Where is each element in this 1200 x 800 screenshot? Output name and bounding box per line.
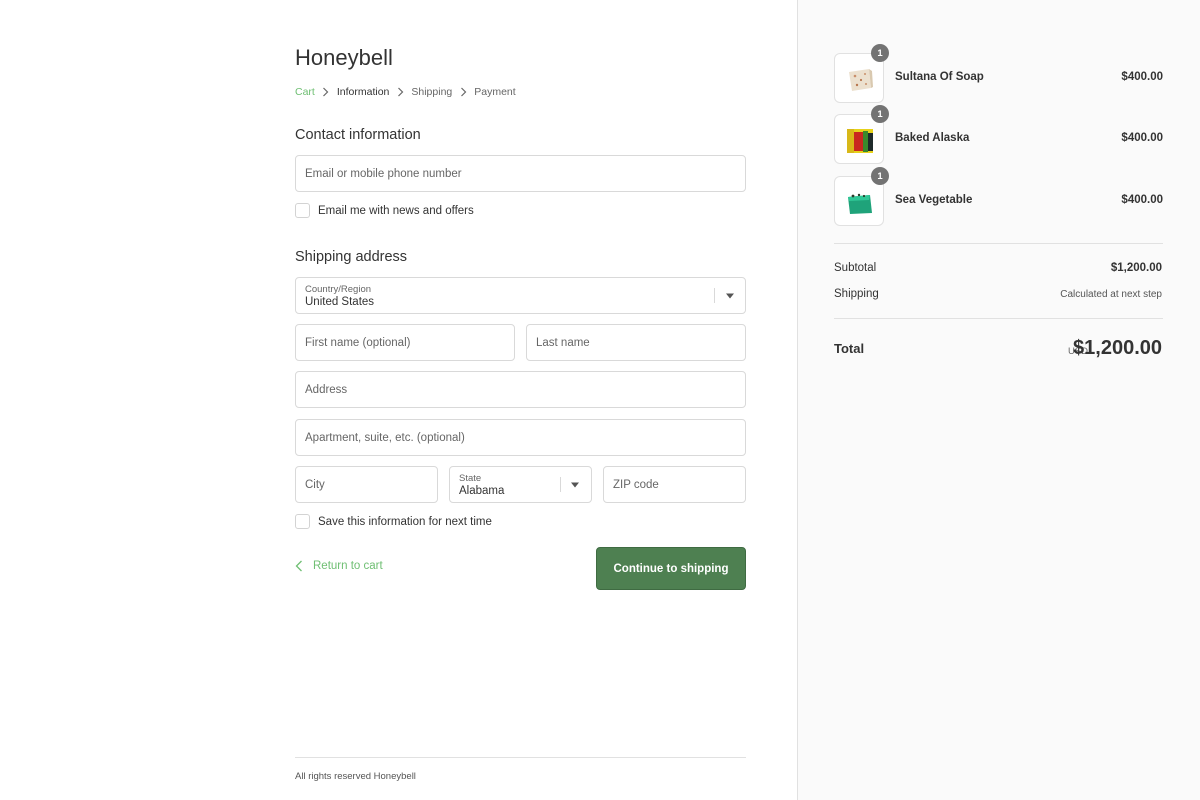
country-value: United States [305,296,375,308]
breadcrumb-information: Information [336,86,390,98]
breadcrumb-payment: Payment [474,86,516,98]
quantity-badge: 1 [871,167,889,185]
first-name-placeholder: First name (optional) [305,336,411,349]
zip-field[interactable]: ZIP code [603,466,746,503]
order-item: 1 Sea Vegetable $400.00 [834,167,1163,226]
city-field[interactable]: City [295,466,438,503]
item-price: $400.00 [1121,71,1163,83]
summary-divider [834,243,1163,244]
order-summary: 1 Sultana Of Soap $400.00 1 Baked Alaska… [797,0,1200,800]
breadcrumb: Cart Information Shipping Payment [295,85,516,99]
quantity-badge: 1 [871,105,889,123]
shipping-value: Calculated at next step [1060,289,1162,300]
city-placeholder: City [305,478,325,491]
total-amount: $1,200.00 [1073,337,1162,359]
shipping-section-title: Shipping address [295,249,408,265]
zip-placeholder: ZIP code [613,478,659,491]
newsletter-label: Email me with news and offers [318,204,474,217]
subtotal-value: $1,200.00 [1110,262,1162,274]
breadcrumb-cart[interactable]: Cart [295,86,315,98]
soap-image-icon [848,193,872,214]
save-info-option[interactable]: Save this information for next time [295,514,492,529]
breadcrumb-shipping: Shipping [411,86,453,98]
order-item: 1 Baked Alaska $400.00 [834,105,1163,164]
newsletter-option[interactable]: Email me with news and offers [295,203,474,218]
chevron-right-icon [315,86,337,98]
footer-text: All rights reserved Honeybell [295,771,416,782]
save-info-checkbox[interactable] [295,514,310,529]
state-value: Alabama [459,485,505,497]
select-divider [560,477,561,492]
address-field[interactable]: Address [295,371,746,408]
total-label: Total [834,341,865,356]
email-placeholder: Email or mobile phone number [305,167,462,180]
newsletter-checkbox[interactable] [295,203,310,218]
save-info-label: Save this information for next time [318,515,492,528]
apartment-field[interactable]: Apartment, suite, etc. (optional) [295,419,746,456]
chevron-right-icon [452,86,474,98]
contact-section-title: Contact information [295,127,421,143]
last-name-placeholder: Last name [536,336,590,349]
return-to-cart-link[interactable]: Return to cart [295,560,383,572]
subtotal-label: Subtotal [834,262,877,274]
summary-divider [834,318,1163,319]
item-name: Sultana Of Soap [895,71,984,83]
soap-image-icon [849,69,873,91]
quantity-badge: 1 [871,44,889,62]
store-title: Honeybell [295,45,393,70]
email-field[interactable]: Email or mobile phone number [295,155,746,192]
state-select[interactable]: State Alabama [449,466,592,503]
checkout-main: Honeybell Cart Information Shipping Paym… [0,0,797,800]
order-item: 1 Sultana Of Soap $400.00 [834,44,1163,103]
state-label: State [459,473,482,484]
item-name: Sea Vegetable [895,194,973,206]
select-divider [714,288,715,303]
chevron-down-icon [571,482,579,487]
apartment-placeholder: Apartment, suite, etc. (optional) [305,431,465,444]
chevron-down-icon [726,293,734,298]
chevron-left-icon [295,560,302,572]
return-to-cart-label: Return to cart [313,560,383,572]
item-price: $400.00 [1121,132,1163,144]
item-price: $400.00 [1121,194,1163,206]
address-placeholder: Address [305,383,348,396]
chevron-right-icon [389,86,411,98]
last-name-field[interactable]: Last name [526,324,746,361]
shipping-label: Shipping [834,288,879,300]
continue-to-shipping-button[interactable]: Continue to shipping [596,547,746,590]
country-label: Country/Region [305,284,372,295]
first-name-field[interactable]: First name (optional) [295,324,515,361]
footer-divider [295,757,746,758]
checkout-page: Honeybell Cart Information Shipping Paym… [0,0,1200,800]
country-select[interactable]: Country/Region United States [295,277,746,314]
item-name: Baked Alaska [895,132,970,144]
soap-image-icon [847,129,873,153]
